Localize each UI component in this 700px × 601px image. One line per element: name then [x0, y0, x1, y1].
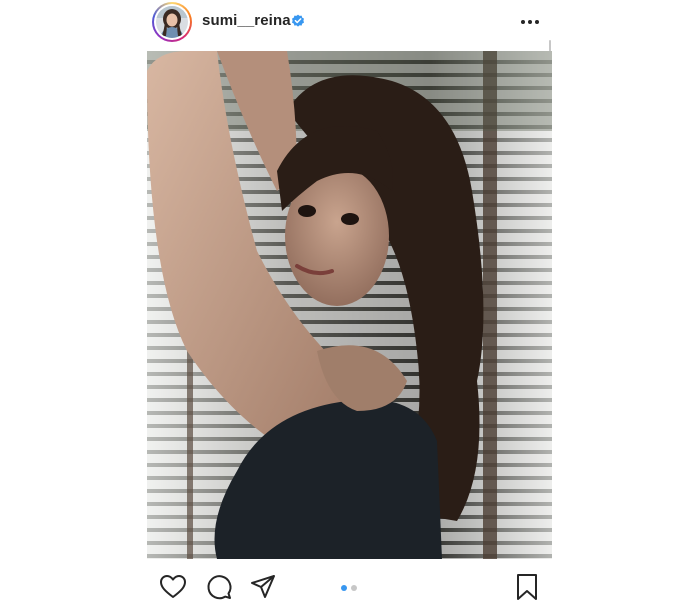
avatar-image [156, 6, 188, 38]
instagram-post: sumi__reina [0, 0, 700, 600]
carousel-indicator [341, 584, 361, 592]
more-options-button[interactable] [518, 12, 542, 32]
avatar[interactable] [152, 2, 192, 42]
bookmark-icon[interactable] [513, 573, 541, 601]
carousel-dot-active [341, 585, 347, 591]
post-photo[interactable] [147, 51, 552, 559]
post-header: sumi__reina [152, 0, 552, 44]
paper-plane-icon[interactable] [249, 573, 277, 601]
username[interactable]: sumi__reina [202, 12, 291, 29]
verified-badge-icon [292, 14, 304, 27]
carousel-dot [351, 585, 357, 591]
comment-bubble-icon[interactable] [205, 573, 233, 601]
more-options-icon [521, 20, 539, 24]
heart-icon[interactable] [159, 573, 187, 601]
action-bar [147, 565, 552, 600]
